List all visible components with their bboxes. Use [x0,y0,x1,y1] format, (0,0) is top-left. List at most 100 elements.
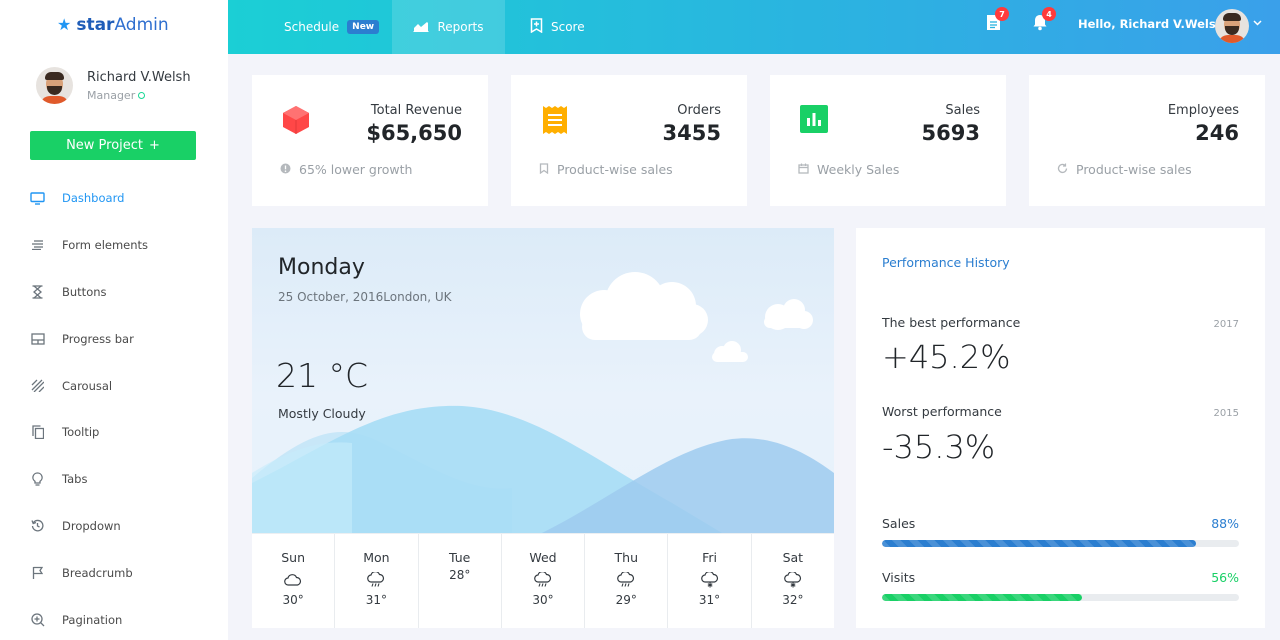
stat-label: Orders [677,103,721,118]
messages-count-badge: 7 [995,7,1009,21]
forecast-day-name: Wed [529,550,557,565]
stat-value: $65,650 [366,121,462,145]
top-navbar: Schedule New Reports Score 7 4 Hello, Ri… [228,0,1280,54]
forecast-temp: 31° [365,593,388,607]
brand-prefix: star [76,15,115,35]
sidebar-item-label: Tooltip [62,425,100,440]
forecast-day-name: Mon [363,550,390,565]
weather-forecast: Sun 30° Mon 31° Tue 28° Wed 30° Thu 29° … [252,533,834,628]
forecast-day-name: Sat [782,550,804,565]
alert-circle-icon [280,163,291,177]
forecast-temp: 31° [698,593,721,607]
forecast-temp: 28° [449,568,471,582]
calendar-icon [798,163,809,177]
sidebar-item-form-elements[interactable]: Form elements [0,222,228,269]
bookmark-plus-icon [530,18,543,36]
star-icon: ★ [57,15,72,34]
forecast-temp: 32° [782,593,804,607]
sidebar-item-tooltip[interactable]: Tooltip [0,409,228,456]
sidebar-item-dropdown[interactable]: Dropdown [0,503,228,550]
brand-logo[interactable]: ★ starAdmin [57,15,169,35]
worst-performance-year: 2015 [1213,408,1239,419]
weather-date-location: 25 October, 2016London, UK [278,290,452,304]
stat-footnote: Product-wise sales [557,162,673,177]
tab-schedule[interactable]: Schedule New [284,0,380,54]
new-project-label: New Project [66,138,144,153]
forecast-day: Sat ✱ 32° [752,534,834,628]
greeting-text[interactable]: Hello, Richard V.Welsh ! [1078,17,1233,31]
performance-card: Performance History The best performance… [856,228,1265,628]
sidebar-item-label: Breadcrumb [62,565,133,580]
sidebar-item-label: Form elements [62,238,149,253]
copy-icon [30,425,45,440]
chart-area-icon [413,20,429,35]
visits-bar-percent: 56% [1211,570,1239,585]
forecast-day-name: Tue [449,550,471,565]
best-performance-value: +45.2% [882,338,1011,376]
history-icon [30,518,45,533]
sidebar-item-pagination[interactable]: Pagination [0,596,228,640]
weather-card: Monday 25 October, 2016London, UK 21 °C … [252,228,834,628]
sidebar-item-breadcrumb[interactable]: Breadcrumb [0,549,228,596]
new-badge: New [347,20,380,34]
forecast-day: Sun 30° [252,534,336,628]
sidebar-item-progress-bar[interactable]: Progress bar [0,315,228,362]
forecast-day: Wed 30° [502,534,586,628]
messages-button[interactable]: 7 [982,7,1009,35]
sidebar-nav: Dashboard Form elements Buttons Progress… [0,175,228,640]
sales-bar-label: Sales [882,516,916,531]
best-performance-year: 2017 [1213,319,1239,330]
poll-icon [800,105,828,133]
brand-suffix: Admin [114,15,169,35]
stat-value: 3455 [662,121,721,145]
cloud-icon [284,569,302,591]
receipt-icon [541,105,569,134]
user-name: Richard V.Welsh [87,69,191,85]
user-profile[interactable]: Richard V.Welsh Manager [36,67,191,104]
hourglass-icon [30,284,45,299]
forecast-temp: 30° [532,593,554,607]
tab-score[interactable]: Score [530,0,585,54]
forecast-day: Thu 29° [585,534,669,628]
forecast-day-name: Fri [702,550,717,565]
stat-value: 5693 [921,121,980,145]
sidebar-item-label: Carousal [62,378,113,393]
forecast-day: Mon 31° [335,534,419,628]
chevron-down-icon[interactable] [1253,18,1262,29]
stat-value: 246 [1195,121,1239,145]
stat-footnote: Weekly Sales [817,162,900,177]
weather-temperature: 21 °C [276,356,369,395]
stripes-icon [30,378,45,393]
worst-performance-value: -35.3% [882,428,996,466]
sidebar-item-label: Dashboard [62,191,125,206]
stat-card-employees: Employees 246 Product-wise sales [1029,75,1265,206]
stat-label: Total Revenue [370,103,462,118]
sidebar-item-tabs[interactable]: Tabs [0,456,228,503]
sidebar-item-carousal[interactable]: Carousal [0,362,228,409]
stat-label: Sales [945,103,980,118]
flag-icon [30,565,45,580]
weather-condition: Mostly Cloudy [278,406,366,421]
forecast-day: Fri ✱ 31° [668,534,752,628]
snow-cloud-icon: ✱ [783,569,802,591]
card-title: Performance History [882,255,1010,270]
visits-bar-label: Visits [882,570,916,585]
new-project-button[interactable]: New Project + [30,131,196,160]
notifications-button[interactable]: 4 [1029,7,1056,35]
tab-reports[interactable]: Reports [392,0,505,54]
sidebar-item-dashboard[interactable]: Dashboard [0,175,228,222]
svg-text:✱: ✱ [707,582,713,589]
rain-cloud-icon [534,569,552,591]
user-avatar[interactable] [1215,9,1249,43]
cube-icon [282,105,310,134]
tab-label: Reports [437,20,484,34]
zoom-plus-icon [30,612,45,627]
sales-progress-fill [882,540,1197,547]
forecast-day: Tue 28° [419,534,502,628]
forecast-temp: 29° [615,593,637,607]
sidebar-item-buttons[interactable]: Buttons [0,269,228,316]
sidebar-item-label: Progress bar [62,331,134,346]
sidebar-item-label: Buttons [62,284,107,299]
stat-footnote: 65% lower growth [299,162,413,177]
monitor-icon [30,191,45,206]
